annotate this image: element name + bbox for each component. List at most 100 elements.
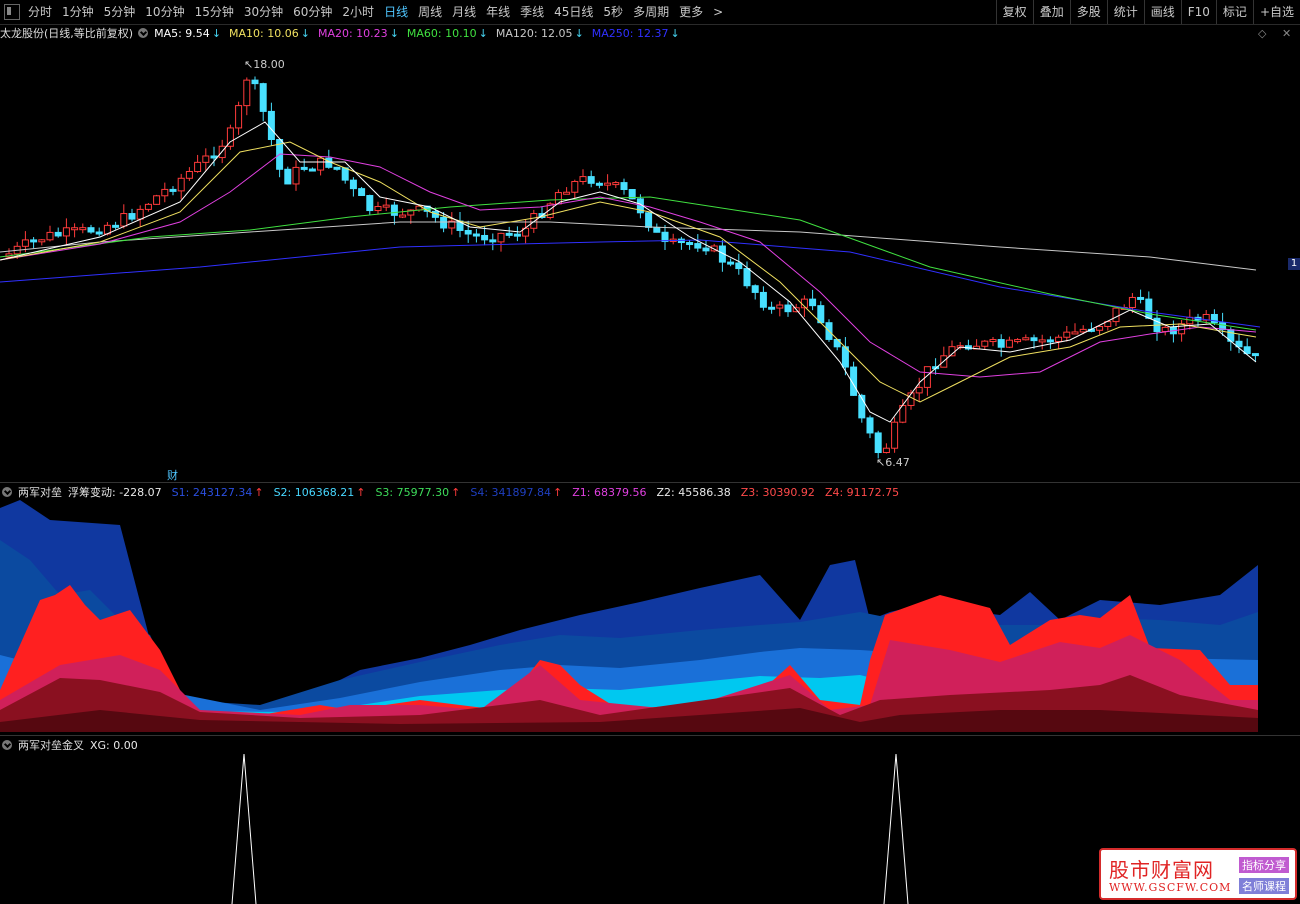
- candle-body: [194, 161, 202, 173]
- period-tab[interactable]: 多周期: [628, 0, 674, 24]
- toolbar-button[interactable]: 标记: [1215, 0, 1253, 24]
- candle-body: [317, 157, 325, 171]
- candle-body: [571, 181, 579, 193]
- indicator2-header: 两军对垒金叉 XG: 0.00: [0, 736, 1300, 754]
- candle-body: [989, 339, 997, 343]
- ma-label: MA60: 10.10: [406, 26, 477, 40]
- ma-value: MA5: 9.54 ↓: [154, 27, 221, 40]
- candle-body: [735, 262, 743, 270]
- candle-body: [341, 167, 349, 181]
- candle-body: [79, 227, 87, 231]
- indicator1-title[interactable]: 两军对垒: [18, 484, 62, 500]
- toolbar-button[interactable]: 统计: [1106, 0, 1144, 24]
- candle-body: [210, 155, 218, 159]
- candle-body: [759, 291, 767, 308]
- candle-body: [784, 304, 792, 313]
- ma-value: MA20: 10.23 ↓: [318, 27, 399, 40]
- candle-body: [1055, 336, 1063, 343]
- candle-body: [153, 195, 161, 205]
- candle-body: [1030, 337, 1038, 342]
- signal-spike: [231, 754, 245, 904]
- period-tab[interactable]: 周线: [413, 0, 447, 24]
- period-tab[interactable]: 5分钟: [99, 0, 141, 24]
- indicator-value: S2: 106368.21 ↑: [274, 486, 366, 499]
- layout-toggle-icon[interactable]: [4, 4, 20, 20]
- period-tab[interactable]: 月线: [447, 0, 481, 24]
- high-price-label: ↖18.00: [244, 58, 285, 71]
- period-tab[interactable]: 季线: [515, 0, 549, 24]
- indicator2-values: XG: 0.00: [90, 739, 148, 752]
- candle-body: [366, 195, 374, 212]
- indicator1-options-icon[interactable]: [2, 487, 12, 497]
- indicator-value-label: Z2: 45586.38: [656, 486, 731, 499]
- indicator-value: XG: 0.00: [90, 739, 138, 752]
- indicator1-values: 浮筹变动: -228.07 S1: 243127.34 ↑ S2: 106368.21…: [68, 484, 909, 500]
- candle-body: [874, 432, 882, 454]
- up-arrow-icon: ↑: [553, 486, 563, 499]
- two-armies-area-chart[interactable]: [0, 500, 1300, 734]
- indicator2-title[interactable]: 两军对垒金叉: [18, 737, 84, 753]
- candle-body: [497, 232, 505, 243]
- indicator-value-label: 浮筹变动: -228.07: [68, 486, 162, 499]
- period-tab[interactable]: 分时: [23, 0, 57, 24]
- period-tab[interactable]: 60分钟: [288, 0, 337, 24]
- indicator-value: Z3: 30390.92: [741, 486, 815, 499]
- candle-body: [259, 83, 267, 112]
- down-arrow-icon: ↓: [574, 26, 584, 40]
- diamond-icon[interactable]: ◇: [1258, 27, 1266, 40]
- period-tab[interactable]: 日线: [379, 0, 413, 24]
- candle-body: [292, 166, 300, 185]
- candle-body: [136, 208, 144, 220]
- candle-body: [604, 182, 612, 186]
- site-logo: 股市财富网 WWW.GSCFW.COM 指标分享 名师课程: [1099, 848, 1297, 900]
- toolbar-button[interactable]: 多股: [1069, 0, 1107, 24]
- candle-body: [505, 232, 513, 236]
- more-chevron-icon[interactable]: >: [708, 0, 728, 24]
- logo-url: WWW.GSCFW.COM: [1109, 881, 1232, 894]
- period-tab[interactable]: 45日线: [549, 0, 598, 24]
- period-tab[interactable]: 年线: [481, 0, 515, 24]
- candle-body: [612, 182, 620, 186]
- ma-line: [0, 121, 1257, 423]
- chart-options-icon[interactable]: [138, 28, 149, 38]
- toolbar-button[interactable]: 画线: [1143, 0, 1181, 24]
- indicator2-options-icon[interactable]: [2, 740, 12, 750]
- candle-body: [390, 204, 398, 216]
- candle-body: [1112, 307, 1120, 323]
- period-tab[interactable]: 30分钟: [239, 0, 288, 24]
- candle-body: [440, 216, 448, 229]
- candle-body: [809, 298, 817, 307]
- toolbar-button[interactable]: F10: [1180, 0, 1216, 24]
- indicator-value-label: Z4: 91172.75: [824, 486, 900, 499]
- up-arrow-icon: ↑: [254, 486, 264, 499]
- close-icon[interactable]: ✕: [1282, 27, 1291, 40]
- candle-body: [489, 239, 497, 243]
- candlestick-chart[interactable]: [0, 42, 1300, 482]
- stock-title[interactable]: 太龙股份(日线,等比前复权): [0, 25, 133, 41]
- finance-marker[interactable]: 财: [167, 467, 178, 483]
- period-tab[interactable]: 更多: [674, 0, 708, 24]
- period-tab[interactable]: 10分钟: [140, 0, 189, 24]
- signal-spike: [243, 754, 257, 904]
- ma-value: MA10: 10.06 ↓: [229, 27, 310, 40]
- indicator-value: S1: 243127.34 ↑: [172, 486, 264, 499]
- period-tab[interactable]: 1分钟: [57, 0, 99, 24]
- indicator-value: S3: 75977.30 ↑: [375, 486, 460, 499]
- candle-body: [251, 79, 259, 85]
- candle-body: [833, 338, 841, 348]
- toolbar-button[interactable]: +自选: [1252, 0, 1300, 24]
- ma-line: [0, 239, 1261, 328]
- candle-body: [686, 242, 694, 246]
- period-tab[interactable]: 5秒: [598, 0, 628, 24]
- ma-label: MA120: 12.05: [495, 26, 573, 40]
- low-price-label: ↖6.47: [876, 456, 910, 469]
- candle-body: [866, 417, 874, 434]
- period-tab[interactable]: 15分钟: [190, 0, 239, 24]
- candle-body: [120, 213, 128, 227]
- period-tab[interactable]: 2小时: [337, 0, 379, 24]
- candle-body: [62, 227, 70, 237]
- toolbar-button[interactable]: 叠加: [1032, 0, 1070, 24]
- candle-body: [1137, 296, 1145, 300]
- toolbar-button[interactable]: 复权: [995, 0, 1033, 24]
- candle-body: [128, 213, 136, 220]
